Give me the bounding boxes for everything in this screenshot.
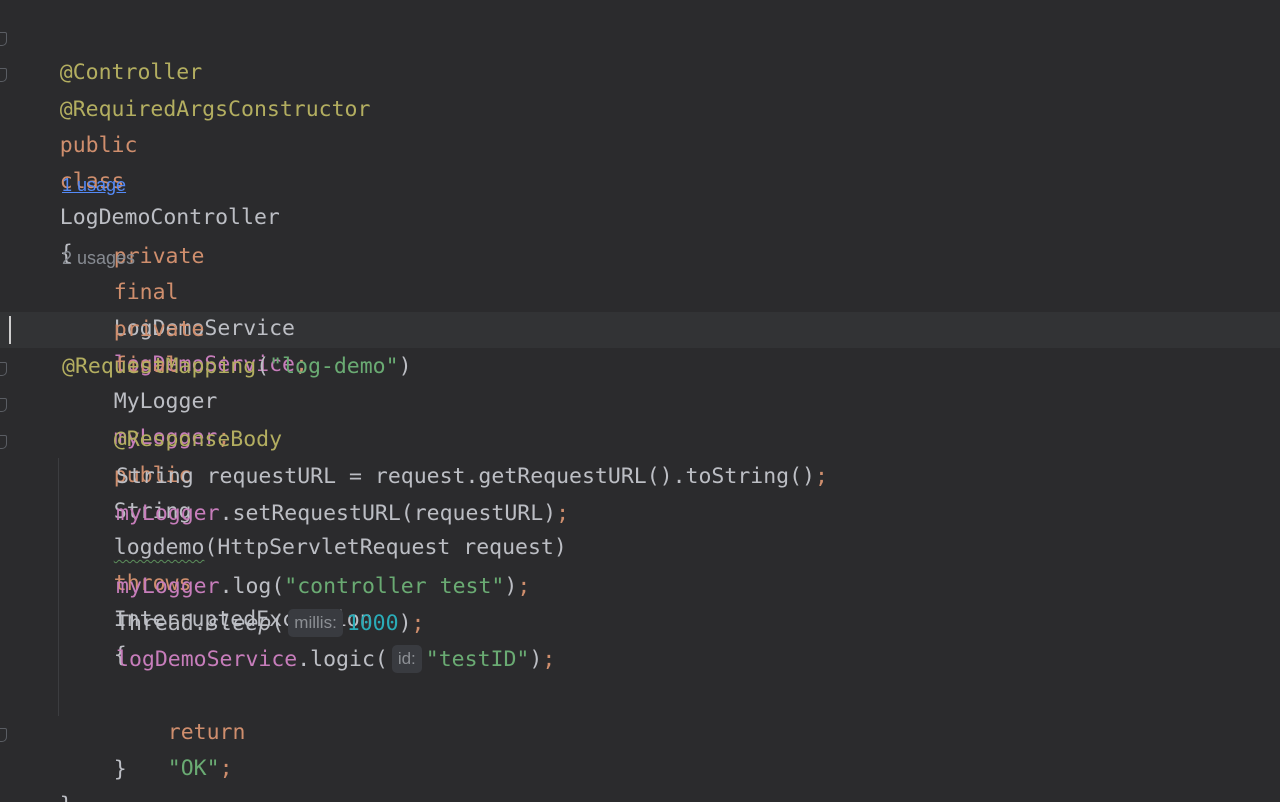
code-line[interactable]: public class LogDemoController {	[8, 92, 280, 266]
fold-marker-icon[interactable]	[0, 68, 7, 82]
code-line[interactable]: logDemoService.logic(id: "testID");	[116, 642, 555, 678]
code-line[interactable]: myLogger.setRequestURL(requestURL);	[116, 496, 569, 532]
code-line[interactable]: private final MyLogger myLogger;	[62, 276, 231, 450]
method-name: logdemo	[113, 535, 205, 560]
brace: }	[113, 757, 127, 782]
parameters: (HttpServletRequest request)	[204, 535, 567, 560]
semicolon: ;	[219, 756, 233, 781]
code-line[interactable]: @ResponseBody	[62, 386, 282, 452]
code-line[interactable]: return "OK";	[116, 679, 246, 781]
code-editor[interactable]: @Controller @RequiredArgsConstructor pub…	[0, 0, 1280, 802]
code-text: .logic(	[297, 647, 388, 672]
code-line[interactable]: }	[8, 752, 73, 802]
fold-marker-icon[interactable]	[0, 32, 7, 46]
field-name: myLogger	[116, 501, 220, 526]
method-name: sleep	[206, 611, 272, 636]
fold-marker-icon[interactable]	[0, 435, 7, 449]
string-literal: "controller test"	[284, 574, 505, 599]
field-name: logDemoService	[116, 647, 298, 672]
keyword: return	[167, 720, 246, 745]
paren: )	[529, 647, 543, 672]
code-line[interactable]: @Controller	[8, 19, 202, 85]
code-line[interactable]: myLogger.log("controller test");	[116, 569, 530, 605]
code-line[interactable]: @RequestMapping("log-demo")	[62, 349, 412, 385]
code-text: .log(	[219, 574, 285, 599]
fold-marker-icon[interactable]	[0, 362, 7, 376]
code-text: String requestURL = request.getRequestUR…	[116, 464, 815, 489]
code-line[interactable]: private final LogDemoService logDemoServ…	[62, 203, 308, 377]
semicolon: ;	[814, 464, 828, 489]
code-line[interactable]: public String logdemo(HttpServletRequest…	[62, 422, 567, 668]
usage-hint[interactable]: 2 usages	[62, 246, 135, 270]
parameter-hint-id: id:	[391, 645, 422, 673]
class-name: Thread.	[116, 611, 207, 636]
text-caret	[9, 316, 11, 344]
semicolon: ;	[542, 647, 556, 672]
paren: )	[398, 354, 412, 379]
number-literal: 1000	[346, 611, 399, 636]
field-name: myLogger	[116, 574, 220, 599]
code-line[interactable]: @RequiredArgsConstructor	[8, 56, 371, 122]
annotation: @RequestMapping	[62, 354, 257, 379]
code-line[interactable]: String requestURL = request.getRequestUR…	[116, 459, 828, 495]
paren: (	[271, 611, 285, 636]
code-text: .setRequestURL(requestURL)	[219, 501, 557, 526]
keyword: private	[113, 317, 205, 342]
usage-hint-link[interactable]: 1 usage	[62, 173, 126, 197]
code-line[interactable]: }	[62, 716, 127, 782]
semicolon: ;	[556, 501, 570, 526]
parameter-hint-millis: millis:	[288, 609, 343, 637]
semicolon: ;	[411, 611, 425, 636]
code-line[interactable]: Thread.sleep(millis: 1000);	[116, 606, 424, 642]
string-literal: "log-demo"	[269, 354, 399, 379]
fold-marker-icon[interactable]	[0, 398, 7, 412]
string-literal: "testID"	[425, 647, 530, 672]
paren: )	[504, 574, 518, 599]
semicolon: ;	[517, 574, 531, 599]
string-literal: "OK"	[167, 756, 220, 781]
paren: )	[398, 611, 412, 636]
brace: }	[60, 793, 73, 802]
keyword: public	[59, 133, 138, 158]
fold-marker-icon[interactable]	[0, 728, 7, 742]
paren: (	[256, 354, 270, 379]
indent-guide	[58, 458, 59, 716]
